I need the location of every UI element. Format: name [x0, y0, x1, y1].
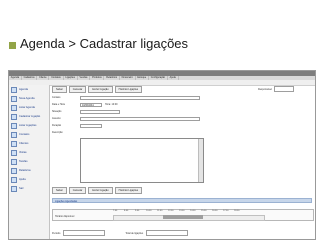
status-label: Situação: [52, 110, 62, 113]
textarea-scrollbar[interactable]: [198, 139, 203, 182]
time-text: Hora: 10:00: [105, 103, 118, 106]
hour-label: 14:00: [190, 210, 196, 212]
hour-label: 8:00: [124, 210, 129, 212]
responsible-select[interactable]: [273, 86, 294, 92]
period-label: Período: [52, 231, 61, 235]
responsible-field: Responsável: [258, 86, 294, 92]
period-input[interactable]: [63, 230, 106, 236]
description-textarea[interactable]: [80, 138, 204, 183]
responsible-label: Responsável: [258, 87, 272, 91]
slide-title: Agenda > Cadastrar ligações: [20, 36, 189, 51]
timeline-hours: 7:00 8:00 9:00 10:00 11:00 12:00 13:00 1…: [113, 210, 245, 212]
status-select[interactable]: [80, 109, 120, 114]
list-icon: [11, 104, 17, 111]
form-row-descricao: Descrição: [52, 130, 80, 135]
sidebar-item-contatos[interactable]: Contatos: [9, 130, 49, 139]
delete-call-button[interactable]: Excluir Ligação: [88, 187, 113, 194]
phone-icon: [11, 113, 17, 120]
hour-label: 10:00: [146, 210, 152, 212]
sidebar-item-nova-agenda[interactable]: Nova Agenda: [9, 94, 49, 103]
cancel-button[interactable]: Cancelar: [68, 86, 87, 93]
call-history-button[interactable]: Histórico Ligações: [114, 187, 143, 194]
visit-icon: [11, 149, 17, 156]
form-row-assunto: Assunto: [52, 116, 200, 121]
description-label: Descrição: [52, 131, 63, 134]
toolbar-bottom: Salvar Cancelar Excluir Ligação Históric…: [52, 187, 143, 194]
sidebar: Agenda Nova Agenda Listar Agenda Cadastr…: [9, 85, 50, 239]
schedule-timeline: 7:00 8:00 9:00 10:00 11:00 12:00 13:00 1…: [52, 209, 314, 221]
form-row-data: Data e Hora 10/06/2011 Hora: 10:00: [52, 102, 118, 107]
duration-input[interactable]: [80, 123, 102, 128]
toolbar-top: Salvar Cancelar Excluir Ligação Históric…: [52, 86, 143, 93]
subject-label: Assunto: [52, 117, 61, 120]
sidebar-item-sair[interactable]: Sair: [9, 184, 49, 193]
sidebar-item-listar-agenda[interactable]: Listar Agenda: [9, 103, 49, 112]
date-input[interactable]: 10/06/2011: [80, 102, 102, 107]
list-icon: [11, 122, 17, 129]
summary-row: Período Total de ligações: [52, 230, 312, 236]
total-calls-input[interactable]: [146, 230, 189, 236]
hour-label: 9:00: [135, 210, 140, 212]
date-label: Data e Hora: [52, 103, 65, 106]
hour-label: 16:00: [212, 210, 218, 212]
sidebar-item-tarefas[interactable]: Tarefas: [9, 157, 49, 166]
calendar-icon: [11, 95, 17, 102]
cancel-button[interactable]: Cancelar: [68, 187, 87, 194]
form-row-contato: Contato: [52, 95, 200, 100]
save-button[interactable]: Salvar: [52, 86, 67, 93]
contact-icon: [11, 131, 17, 138]
hour-label: 15:00: [201, 210, 207, 212]
sidebar-item-agenda[interactable]: Agenda: [9, 85, 49, 94]
slide-bullet: [9, 42, 16, 49]
hour-label: 13:00: [179, 210, 185, 212]
sidebar-item-visitas[interactable]: Visitas: [9, 148, 49, 157]
form-row-situacao: Situação: [52, 109, 120, 114]
total-calls-label: Total de ligações: [125, 231, 144, 235]
app-screenshot: Agenda Cadastros Cliente Contatos Ligaçõ…: [8, 70, 316, 240]
sidebar-item-cadastrar-ligacao[interactable]: Cadastrar Ligação: [9, 112, 49, 121]
call-history-button[interactable]: Histórico Ligações: [114, 86, 143, 93]
duration-label: Duração: [52, 124, 62, 127]
contact-label: Contato: [52, 96, 61, 99]
contact-input[interactable]: [80, 95, 200, 100]
timeline-label: Horário disponível: [55, 215, 75, 218]
report-icon: [11, 167, 17, 174]
sidebar-item-clientes[interactable]: Clientes: [9, 139, 49, 148]
calendar-icon: [11, 86, 17, 93]
sidebar-item-listar-ligacoes[interactable]: Listar Ligações: [9, 121, 49, 130]
task-icon: [11, 158, 17, 165]
hour-label: 17:00: [223, 210, 229, 212]
hour-label: 12:00: [168, 210, 174, 212]
exit-icon: [11, 185, 17, 192]
user-icon: [11, 140, 17, 147]
scheduled-calls-header: Ligações Agendadas: [52, 198, 312, 203]
save-button[interactable]: Salvar: [52, 187, 67, 194]
sidebar-item-relatorios[interactable]: Relatórios: [9, 166, 49, 175]
sidebar-item-ajuda[interactable]: Ajuda: [9, 175, 49, 184]
timeline-occupied-block[interactable]: [163, 215, 203, 219]
form-row-duracao: Duração: [52, 123, 102, 128]
subject-input[interactable]: [80, 116, 200, 121]
hour-label: 18:00: [234, 210, 240, 212]
main-content: Salvar Cancelar Excluir Ligação Históric…: [50, 85, 315, 239]
help-icon: [11, 176, 17, 183]
hour-label: 11:00: [157, 210, 163, 212]
delete-call-button[interactable]: Excluir Ligação: [88, 86, 113, 93]
hour-label: 7:00: [113, 210, 118, 212]
